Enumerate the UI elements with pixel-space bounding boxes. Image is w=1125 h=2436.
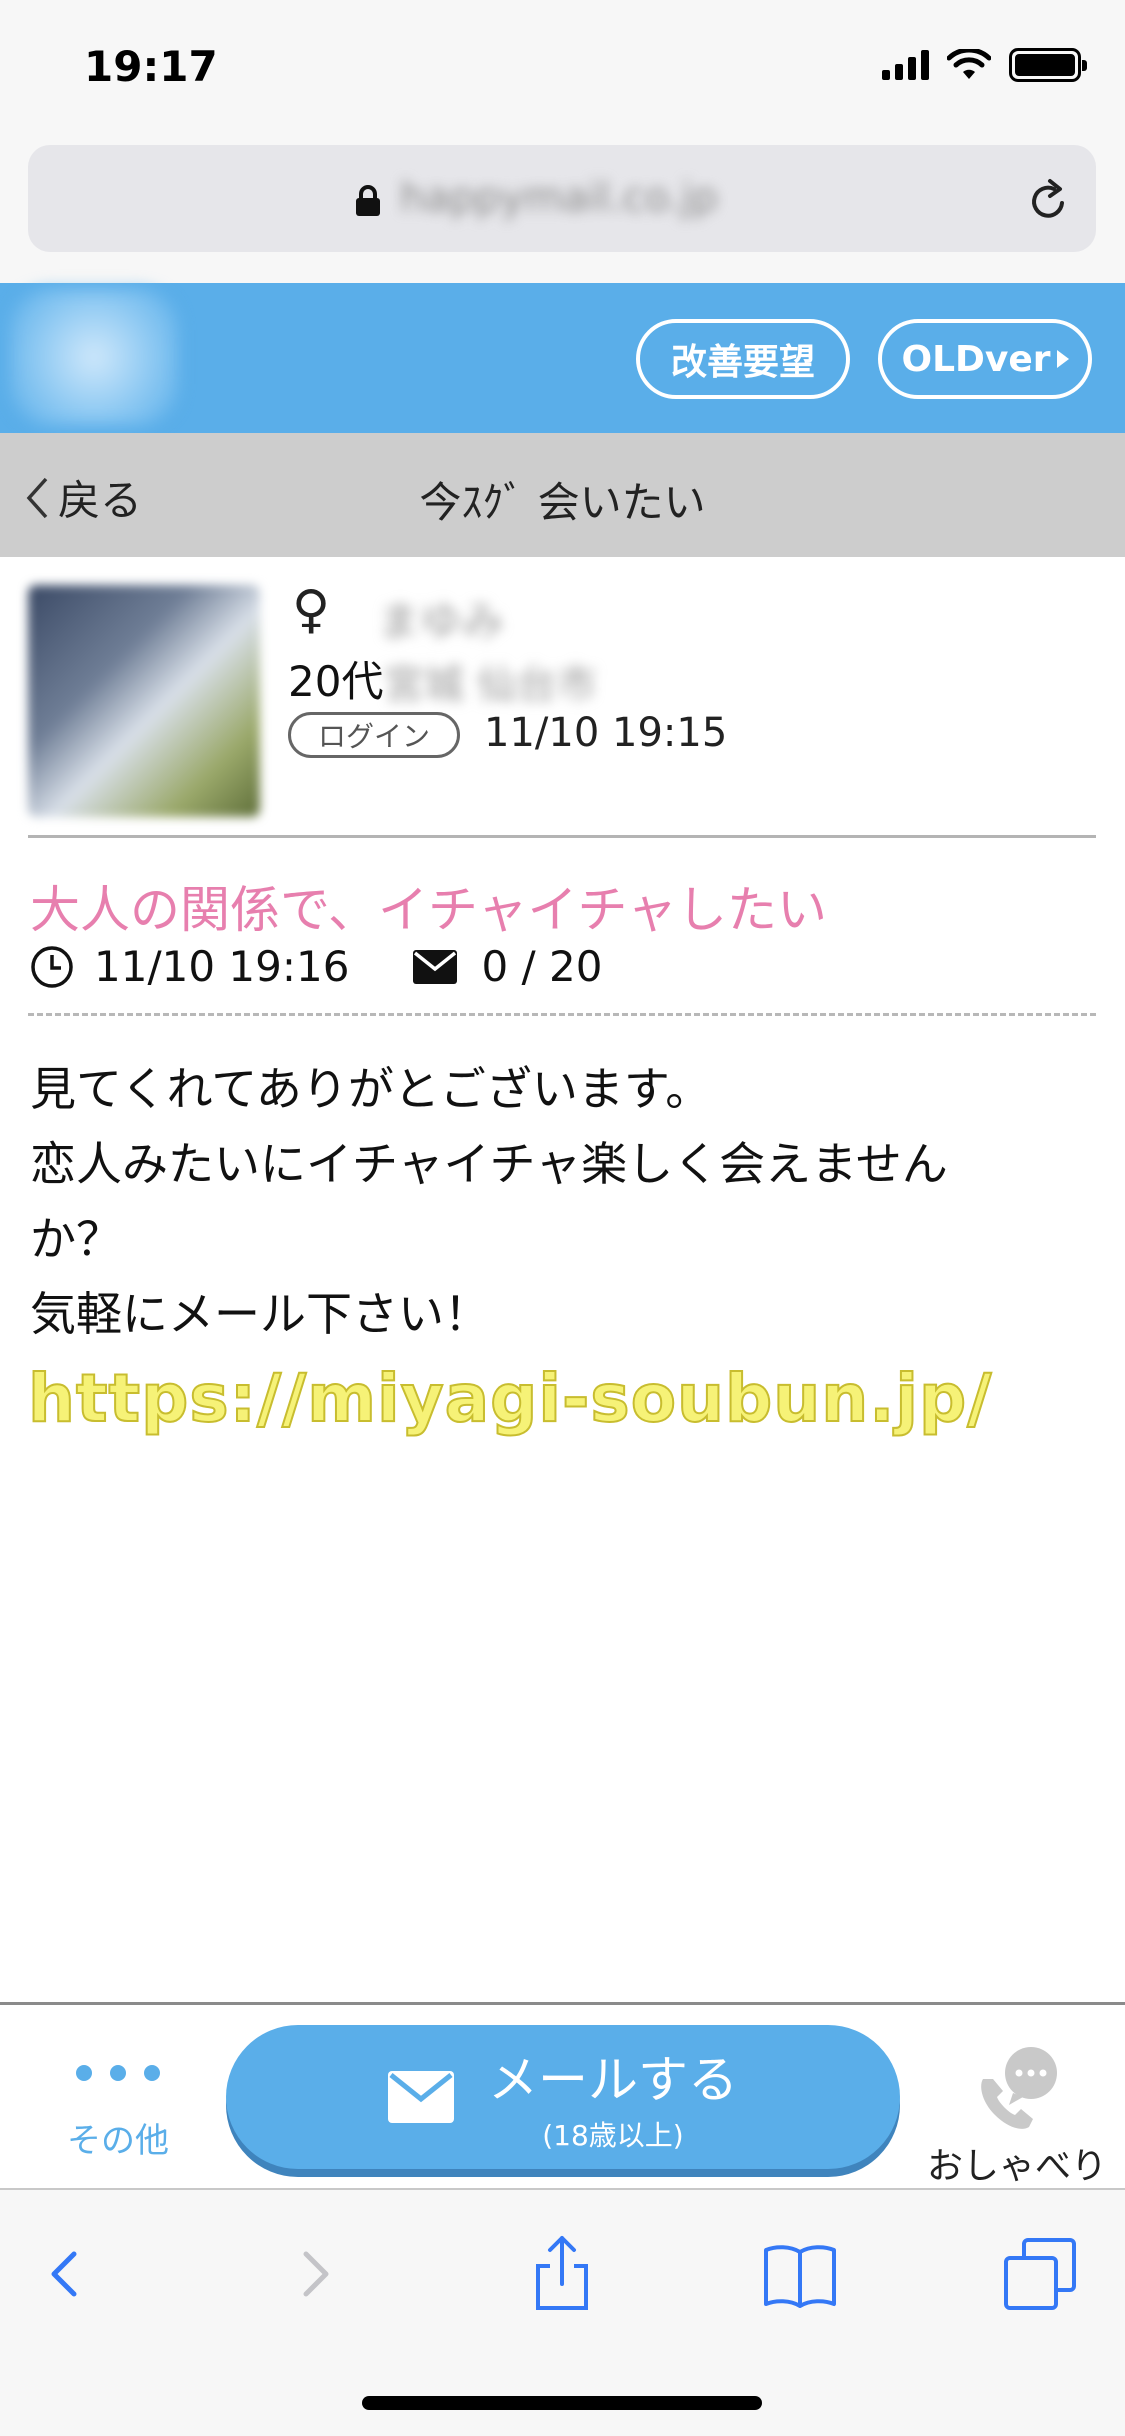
envelope-icon (388, 2071, 454, 2123)
avatar[interactable] (28, 585, 260, 817)
post-body-line: 気軽にメール下さい！ (30, 1287, 490, 1341)
more-button[interactable]: その他 (40, 2065, 196, 2162)
share-icon[interactable] (522, 2234, 602, 2314)
nickname[interactable]: まゆみ (378, 588, 504, 649)
post-body-line: か？ (30, 1212, 122, 1266)
age-text: 20代 (288, 657, 384, 706)
bookmarks-icon[interactable] (760, 2234, 840, 2314)
post-time: 11/10 19:16 (94, 942, 350, 991)
forward-arrow-icon[interactable] (276, 2234, 356, 2314)
back-arrow-icon[interactable] (24, 2234, 104, 2314)
post-body: 見てくれてありがとございます。 恋人みたいにイチャイチャ楽しく会えません か？ … (30, 1052, 1100, 1352)
post-body-line: 見てくれてありがとございます。 (30, 1062, 712, 1116)
wifi-icon (947, 49, 991, 79)
post-body-line: 恋人みたいにイチャイチャ楽しく会えません (30, 1137, 948, 1191)
post-title: 大人の関係で、イチャイチャしたい (30, 881, 827, 939)
play-triangle-icon (1056, 350, 1069, 368)
watermark-url: https://miyagi-soubun.jp/ (27, 1359, 993, 1438)
url-text: happymail.co.jp (400, 175, 718, 221)
site-header: 改善要望 OLDver (0, 283, 1125, 433)
age-restriction-note: (18歳以上) (542, 2119, 684, 2152)
chat-button[interactable]: おしゃべり (914, 2045, 1120, 2189)
lock-icon (356, 185, 380, 216)
address-bar[interactable]: happymail.co.jp (28, 145, 1096, 252)
send-mail-label: メールする (488, 2051, 738, 2109)
home-indicator (362, 2396, 762, 2410)
old-version-label: OLDver (901, 338, 1051, 380)
battery-icon (1009, 48, 1087, 82)
mail-count: 0 / 20 (481, 942, 603, 991)
clock-icon (31, 945, 73, 988)
female-gender-icon: ♀ (292, 580, 331, 640)
site-logo[interactable] (10, 289, 178, 425)
improvement-request-button[interactable]: 改善要望 (636, 319, 850, 399)
phone-chat-icon (981, 2047, 1057, 2129)
page-title: 今ｽｸﾞ 会いたい (419, 478, 706, 527)
page-nav-bar: 戻る 今ｽｸﾞ 会いたい (0, 433, 1125, 557)
cellular-signal-icon (882, 50, 929, 80)
ios-status-bar: 19:17 (0, 0, 1125, 135)
send-mail-button[interactable]: メールする (18歳以上) (226, 2025, 900, 2169)
login-time: 11/10 19:15 (484, 710, 728, 756)
chat-label: おしゃべり (926, 2146, 1107, 2187)
tabs-icon[interactable] (1000, 2234, 1080, 2314)
divider (28, 835, 1096, 838)
post-meta: 11/10 19:16 0 / 20 (30, 942, 602, 991)
reload-icon[interactable] (1024, 177, 1072, 225)
old-version-button[interactable]: OLDver (878, 319, 1092, 399)
dashed-divider (28, 1013, 1096, 1016)
status-time: 19:17 (84, 42, 218, 91)
browser-address-area: happymail.co.jp (0, 135, 1125, 283)
app-bottom-toolbar: その他 メールする (18歳以上) おしゃべり (0, 2002, 1125, 2188)
login-badge: ログイン (288, 712, 460, 758)
more-label: その他 (67, 2121, 169, 2161)
mail-icon (413, 949, 458, 984)
area-text: 宮城 仙台市 (384, 662, 597, 708)
status-icons (882, 48, 1087, 82)
more-dots-icon (40, 2065, 196, 2081)
